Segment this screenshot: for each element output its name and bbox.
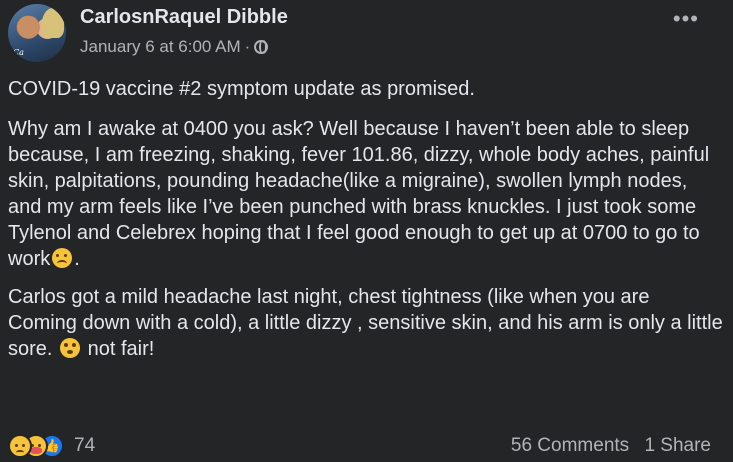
shares-count-link[interactable]: 1 Share [644, 435, 711, 456]
avatar-face [18, 16, 38, 38]
flushed-face-emoji-icon [60, 338, 81, 358]
post-footer: 👍 74 56 Comments 1 Share [8, 432, 711, 460]
post-paragraph-3: Carlos got a mild headache last night, c… [8, 284, 724, 362]
author-avatar[interactable]: Ca [8, 4, 66, 62]
post-paragraph-1: COVID-19 vaccine #2 symptom update as pr… [8, 78, 475, 100]
post-content: COVID-19 vaccine #2 symptom update as pr… [8, 76, 724, 362]
comments-count-link[interactable]: 56 Comments [511, 435, 629, 456]
post-paragraph-2-text: Why am I awake at 0400 you ask? Well bec… [8, 118, 710, 270]
frowning-face-emoji-icon [52, 248, 73, 268]
author-name[interactable]: CarlosnRaquel Dibble [80, 6, 288, 29]
post-meta: January 6 at 6:00 AM · [80, 37, 269, 57]
avatar-logo: Ca [13, 48, 24, 57]
reaction-count[interactable]: 74 [74, 435, 95, 457]
post-paragraph-3-line1: Carlos got a mild headache last night, c… [8, 286, 650, 308]
sad-reaction-icon [8, 434, 32, 458]
globe-icon[interactable] [254, 40, 269, 54]
post-paragraph-2: Why am I awake at 0400 you ask? Well bec… [8, 116, 724, 272]
avatar-hair [42, 8, 64, 38]
meta-separator: · [244, 37, 251, 56]
post-stats: 56 Comments 1 Share [501, 435, 711, 457]
reactions-summary[interactable]: 👍 74 [8, 434, 95, 458]
post-paragraph-3-end: not fair! [82, 338, 155, 360]
more-options-button[interactable]: ••• [673, 8, 699, 30]
post-paragraph-2-end: . [74, 248, 80, 270]
post-timestamp[interactable]: January 6 at 6:00 AM [80, 37, 241, 57]
